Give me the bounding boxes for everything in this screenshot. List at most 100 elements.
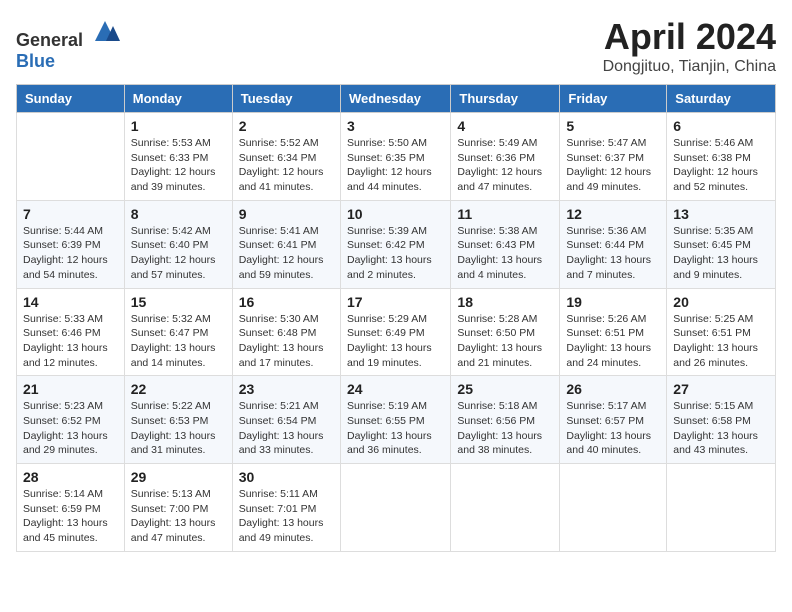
day-info: Sunrise: 5:46 AM Sunset: 6:38 PM Dayligh… bbox=[673, 136, 769, 195]
weekday-header: Sunday bbox=[17, 85, 125, 113]
calendar-cell: 30 Sunrise: 5:11 AM Sunset: 7:01 PM Dayli… bbox=[232, 464, 340, 552]
day-info: Sunrise: 5:32 AM Sunset: 6:47 PM Dayligh… bbox=[131, 312, 226, 371]
calendar-cell: 1 Sunrise: 5:53 AM Sunset: 6:33 PM Daylig… bbox=[124, 113, 232, 201]
calendar-cell: 20Sunrise: 5:25 AM Sunset: 6:51 PM Dayli… bbox=[667, 288, 776, 376]
calendar-cell: 12Sunrise: 5:36 AM Sunset: 6:44 PM Dayli… bbox=[560, 200, 667, 288]
month-title: April 2024 bbox=[603, 16, 776, 58]
day-number: 18 bbox=[457, 294, 553, 310]
day-number: 13 bbox=[673, 206, 769, 222]
day-info: Sunrise: 5:29 AM Sunset: 6:49 PM Dayligh… bbox=[347, 312, 444, 371]
day-info: Sunrise: 5:30 AM Sunset: 6:48 PM Dayligh… bbox=[239, 312, 334, 371]
calendar-cell: 26 Sunrise: 5:17 AM Sunset: 6:57 PM Dayli… bbox=[560, 376, 667, 464]
calendar-cell: 22 Sunrise: 5:22 AM Sunset: 6:53 PM Dayli… bbox=[124, 376, 232, 464]
logo-text: General Blue bbox=[16, 16, 120, 72]
day-number: 1 bbox=[131, 118, 226, 134]
day-info: Sunrise: 5:26 AM Sunset: 6:51 PM Dayligh… bbox=[566, 312, 660, 371]
weekday-header: Saturday bbox=[667, 85, 776, 113]
calendar-cell: 16 Sunrise: 5:30 AM Sunset: 6:48 PM Dayli… bbox=[232, 288, 340, 376]
calendar-cell bbox=[17, 113, 125, 201]
calendar-cell: 9Sunrise: 5:41 AM Sunset: 6:41 PM Daylig… bbox=[232, 200, 340, 288]
day-number: 15 bbox=[131, 294, 226, 310]
day-number: 17 bbox=[347, 294, 444, 310]
day-number: 26 bbox=[566, 381, 660, 397]
logo: General Blue bbox=[16, 16, 120, 72]
calendar-cell: 10 Sunrise: 5:39 AM Sunset: 6:42 PM Dayli… bbox=[340, 200, 450, 288]
day-number: 20 bbox=[673, 294, 769, 310]
calendar-cell: 15 Sunrise: 5:32 AM Sunset: 6:47 PM Dayli… bbox=[124, 288, 232, 376]
day-number: 28 bbox=[23, 469, 118, 485]
calendar-cell: 18 Sunrise: 5:28 AM Sunset: 6:50 PM Dayli… bbox=[451, 288, 560, 376]
day-number: 21 bbox=[23, 381, 118, 397]
calendar-week-row: 1 Sunrise: 5:53 AM Sunset: 6:33 PM Daylig… bbox=[17, 113, 776, 201]
calendar-cell: 7 Sunrise: 5:44 AM Sunset: 6:39 PM Daylig… bbox=[17, 200, 125, 288]
weekday-header: Thursday bbox=[451, 85, 560, 113]
weekday-header: Tuesday bbox=[232, 85, 340, 113]
calendar-cell bbox=[451, 464, 560, 552]
day-info: Sunrise: 5:41 AM Sunset: 6:41 PM Dayligh… bbox=[239, 224, 334, 283]
calendar-cell: 11 Sunrise: 5:38 AM Sunset: 6:43 PM Dayli… bbox=[451, 200, 560, 288]
logo-general: General bbox=[16, 30, 83, 50]
calendar-cell: 19 Sunrise: 5:26 AM Sunset: 6:51 PM Dayli… bbox=[560, 288, 667, 376]
day-info: Sunrise: 5:35 AM Sunset: 6:45 PM Dayligh… bbox=[673, 224, 769, 283]
calendar-cell: 3 Sunrise: 5:50 AM Sunset: 6:35 PM Daylig… bbox=[340, 113, 450, 201]
logo-blue: Blue bbox=[16, 51, 55, 71]
day-number: 16 bbox=[239, 294, 334, 310]
calendar-cell: 23Sunrise: 5:21 AM Sunset: 6:54 PM Dayli… bbox=[232, 376, 340, 464]
day-info: Sunrise: 5:42 AM Sunset: 6:40 PM Dayligh… bbox=[131, 224, 226, 283]
calendar-cell: 27 Sunrise: 5:15 AM Sunset: 6:58 PM Dayli… bbox=[667, 376, 776, 464]
day-number: 7 bbox=[23, 206, 118, 222]
day-number: 4 bbox=[457, 118, 553, 134]
calendar-cell: 25 Sunrise: 5:18 AM Sunset: 6:56 PM Dayli… bbox=[451, 376, 560, 464]
day-info: Sunrise: 5:53 AM Sunset: 6:33 PM Dayligh… bbox=[131, 136, 226, 195]
day-number: 27 bbox=[673, 381, 769, 397]
calendar-cell: 17 Sunrise: 5:29 AM Sunset: 6:49 PM Dayli… bbox=[340, 288, 450, 376]
calendar-cell: 24Sunrise: 5:19 AM Sunset: 6:55 PM Dayli… bbox=[340, 376, 450, 464]
day-info: Sunrise: 5:47 AM Sunset: 6:37 PM Dayligh… bbox=[566, 136, 660, 195]
day-info: Sunrise: 5:17 AM Sunset: 6:57 PM Dayligh… bbox=[566, 399, 660, 458]
day-info: Sunrise: 5:50 AM Sunset: 6:35 PM Dayligh… bbox=[347, 136, 444, 195]
day-number: 3 bbox=[347, 118, 444, 134]
calendar-cell: 6Sunrise: 5:46 AM Sunset: 6:38 PM Daylig… bbox=[667, 113, 776, 201]
calendar-week-row: 21 Sunrise: 5:23 AM Sunset: 6:52 PM Dayli… bbox=[17, 376, 776, 464]
calendar-cell: 28 Sunrise: 5:14 AM Sunset: 6:59 PM Dayli… bbox=[17, 464, 125, 552]
day-number: 19 bbox=[566, 294, 660, 310]
calendar-week-row: 14 Sunrise: 5:33 AM Sunset: 6:46 PM Dayli… bbox=[17, 288, 776, 376]
day-number: 30 bbox=[239, 469, 334, 485]
title-area: April 2024 Dongjituo, Tianjin, China bbox=[603, 16, 776, 76]
weekday-header: Friday bbox=[560, 85, 667, 113]
calendar-cell: 13 Sunrise: 5:35 AM Sunset: 6:45 PM Dayli… bbox=[667, 200, 776, 288]
day-number: 25 bbox=[457, 381, 553, 397]
day-info: Sunrise: 5:19 AM Sunset: 6:55 PM Dayligh… bbox=[347, 399, 444, 458]
day-info: Sunrise: 5:11 AM Sunset: 7:01 PM Dayligh… bbox=[239, 487, 334, 546]
calendar-header-row: SundayMondayTuesdayWednesdayThursdayFrid… bbox=[17, 85, 776, 113]
day-number: 2 bbox=[239, 118, 334, 134]
day-info: Sunrise: 5:13 AM Sunset: 7:00 PM Dayligh… bbox=[131, 487, 226, 546]
day-number: 11 bbox=[457, 206, 553, 222]
day-info: Sunrise: 5:39 AM Sunset: 6:42 PM Dayligh… bbox=[347, 224, 444, 283]
day-number: 29 bbox=[131, 469, 226, 485]
day-number: 8 bbox=[131, 206, 226, 222]
day-info: Sunrise: 5:22 AM Sunset: 6:53 PM Dayligh… bbox=[131, 399, 226, 458]
day-info: Sunrise: 5:21 AM Sunset: 6:54 PM Dayligh… bbox=[239, 399, 334, 458]
day-info: Sunrise: 5:38 AM Sunset: 6:43 PM Dayligh… bbox=[457, 224, 553, 283]
day-info: Sunrise: 5:28 AM Sunset: 6:50 PM Dayligh… bbox=[457, 312, 553, 371]
calendar-cell: 4Sunrise: 5:49 AM Sunset: 6:36 PM Daylig… bbox=[451, 113, 560, 201]
day-number: 22 bbox=[131, 381, 226, 397]
day-info: Sunrise: 5:33 AM Sunset: 6:46 PM Dayligh… bbox=[23, 312, 118, 371]
calendar-cell: 21 Sunrise: 5:23 AM Sunset: 6:52 PM Dayli… bbox=[17, 376, 125, 464]
calendar-week-row: 7 Sunrise: 5:44 AM Sunset: 6:39 PM Daylig… bbox=[17, 200, 776, 288]
day-info: Sunrise: 5:23 AM Sunset: 6:52 PM Dayligh… bbox=[23, 399, 118, 458]
day-number: 14 bbox=[23, 294, 118, 310]
day-info: Sunrise: 5:18 AM Sunset: 6:56 PM Dayligh… bbox=[457, 399, 553, 458]
calendar-cell: 29 Sunrise: 5:13 AM Sunset: 7:00 PM Dayli… bbox=[124, 464, 232, 552]
calendar-table: SundayMondayTuesdayWednesdayThursdayFrid… bbox=[16, 84, 776, 552]
day-info: Sunrise: 5:14 AM Sunset: 6:59 PM Dayligh… bbox=[23, 487, 118, 546]
calendar-cell: 2Sunrise: 5:52 AM Sunset: 6:34 PM Daylig… bbox=[232, 113, 340, 201]
weekday-header: Wednesday bbox=[340, 85, 450, 113]
day-number: 10 bbox=[347, 206, 444, 222]
day-info: Sunrise: 5:15 AM Sunset: 6:58 PM Dayligh… bbox=[673, 399, 769, 458]
day-number: 12 bbox=[566, 206, 660, 222]
calendar-cell: 8 Sunrise: 5:42 AM Sunset: 6:40 PM Daylig… bbox=[124, 200, 232, 288]
day-info: Sunrise: 5:44 AM Sunset: 6:39 PM Dayligh… bbox=[23, 224, 118, 283]
location-subtitle: Dongjituo, Tianjin, China bbox=[603, 58, 776, 76]
